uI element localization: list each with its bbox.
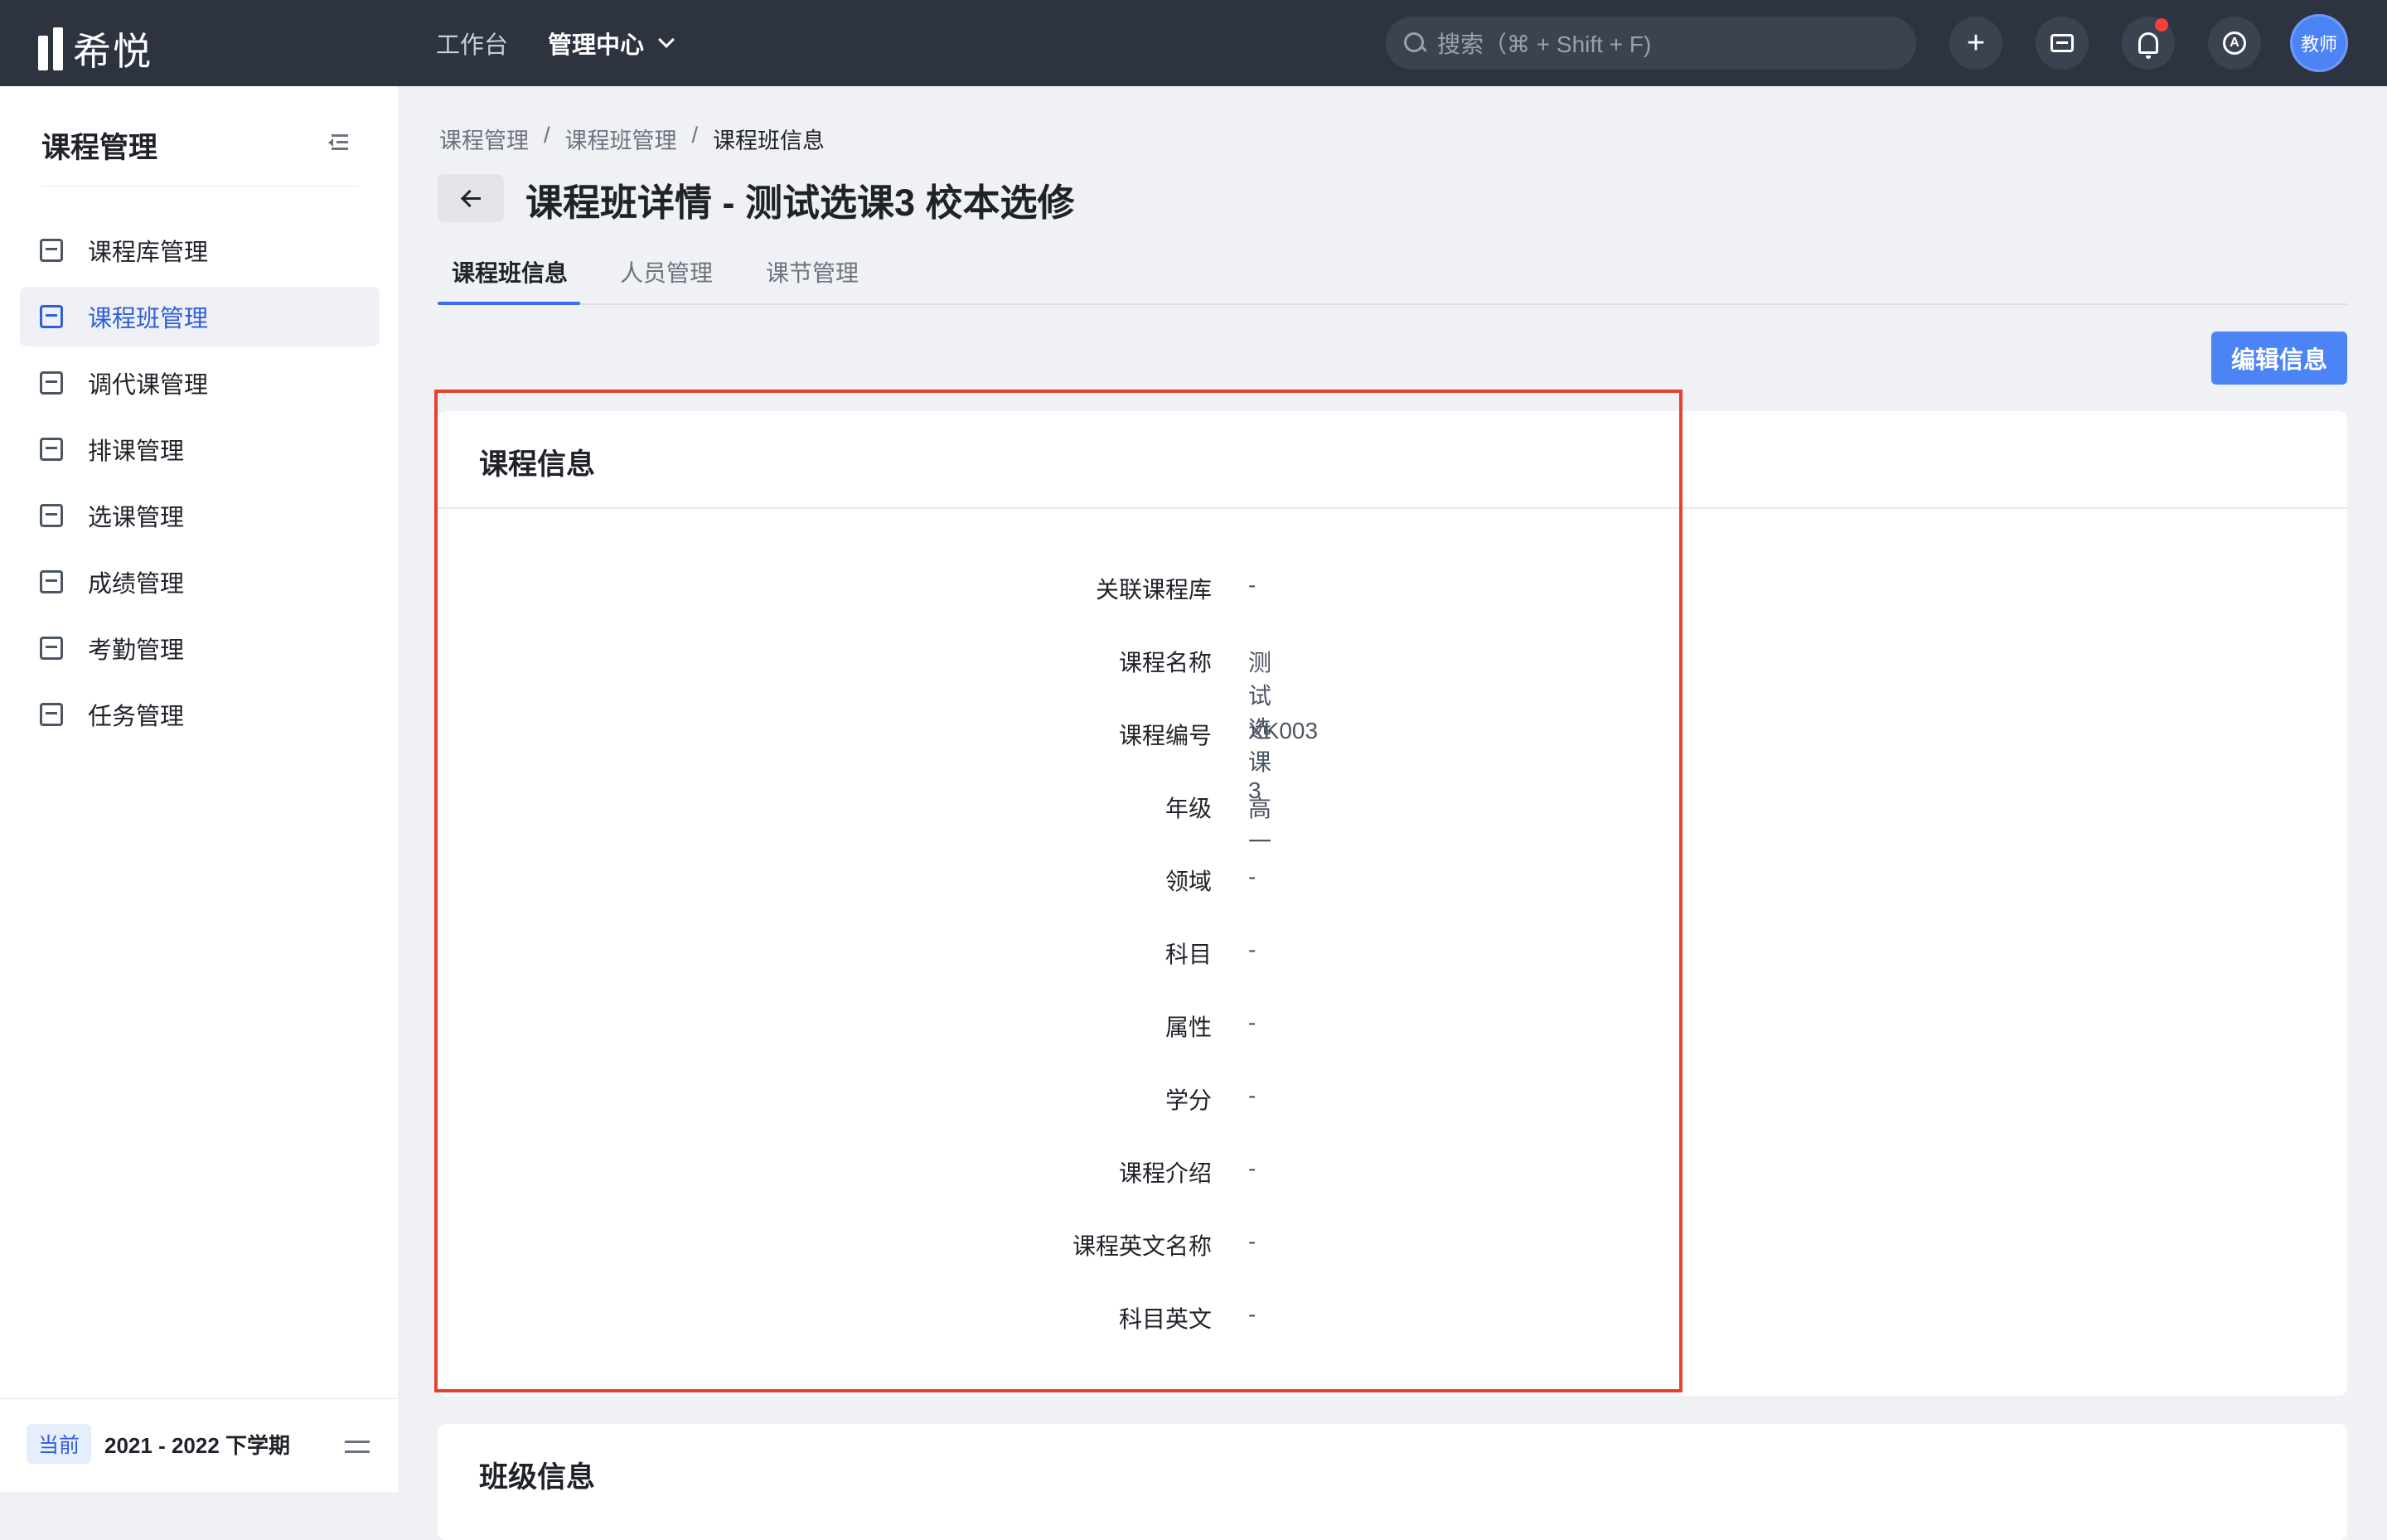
message-icon: [2050, 34, 2074, 52]
tab-class-info[interactable]: 课程班信息: [452, 255, 568, 288]
arrow-left-icon: [461, 190, 481, 206]
help-button[interactable]: A: [2208, 17, 2261, 70]
notification-dot: [2155, 18, 2168, 31]
breadcrumb-current: 课程班信息: [713, 128, 826, 153]
search-icon: [1402, 31, 1427, 56]
sidebar-item-course-selection[interactable]: 选课管理: [20, 486, 380, 545]
chevron-down-icon: [658, 31, 675, 48]
sidebar-item-label: 排课管理: [88, 438, 185, 465]
top-nav: 工作台 管理中心: [436, 0, 675, 86]
messages-button[interactable]: [2036, 17, 2089, 70]
sidebar-item-label: 考勤管理: [88, 637, 185, 664]
tab-bar: 课程班信息 人员管理 课节管理: [438, 249, 2347, 305]
switch-term-icon[interactable]: [345, 1437, 370, 1457]
breadcrumb-item[interactable]: 课程班管理: [565, 123, 677, 155]
schedule-icon: [40, 438, 63, 461]
sidebar-footer-divider: [0, 1398, 398, 1399]
back-button[interactable]: [438, 174, 504, 222]
app-name: 希悦: [73, 30, 153, 73]
current-term: 2021 - 2022 下学期: [104, 1432, 291, 1458]
current-term-badge: 当前: [27, 1424, 92, 1464]
avatar[interactable]: 教师: [2293, 17, 2346, 70]
sidebar-item-label: 任务管理: [88, 704, 185, 730]
top-bar: 希悦 工作台 管理中心 搜索（⌘ + Shift + F) + A 教师: [0, 0, 2387, 86]
app-logo[interactable]: 希悦: [38, 22, 153, 76]
collapse-sidebar-icon[interactable]: [328, 134, 348, 151]
page-title: 课程班详情 - 测试选课3 校本选修: [525, 182, 1075, 224]
breadcrumb: 课程管理 / 课程班管理 / 课程班信息: [439, 123, 825, 155]
sidebar-item-course-library[interactable]: 课程库管理: [20, 220, 380, 280]
breadcrumb-separator: /: [691, 123, 699, 148]
sidebar: 课程管理 课程库管理 课程班管理 调代课管理 排课管理 选课管理 成绩管理 考勤…: [0, 86, 398, 1492]
select-course-icon: [40, 504, 63, 527]
sidebar-item-attendance[interactable]: 考勤管理: [20, 618, 380, 678]
class-info-title: 班级信息: [479, 1461, 596, 1494]
sidebar-item-scheduling[interactable]: 排课管理: [20, 419, 380, 479]
notifications-button[interactable]: [2122, 17, 2175, 70]
sidebar-item-substitution[interactable]: 调代课管理: [20, 353, 380, 413]
term-selector: 当前 2021 - 2022 下学期: [27, 1424, 290, 1464]
add-button[interactable]: +: [1949, 17, 2002, 70]
plus-icon: +: [1966, 26, 1986, 61]
nav-admin-center-label: 管理中心: [548, 32, 645, 59]
sidebar-menu: 课程库管理 课程班管理 调代课管理 排课管理 选课管理 成绩管理 考勤管理 任务…: [20, 220, 380, 751]
search-input[interactable]: 搜索（⌘ + Shift + F): [1386, 17, 1916, 70]
sidebar-item-grades[interactable]: 成绩管理: [20, 552, 380, 612]
logo-mark-icon: [38, 27, 63, 70]
tab-lessons[interactable]: 课节管理: [766, 255, 859, 288]
attendance-icon: [40, 637, 63, 660]
bell-icon: [2138, 32, 2158, 59]
help-icon: A: [2223, 31, 2246, 55]
library-icon: [40, 239, 63, 262]
sidebar-item-label: 调代课管理: [88, 372, 209, 399]
task-icon: [40, 703, 63, 726]
edit-info-button[interactable]: 编辑信息: [2211, 332, 2347, 385]
nav-workbench[interactable]: 工作台: [436, 26, 508, 61]
sidebar-title: 课程管理: [41, 132, 158, 164]
active-tab-indicator: [438, 302, 580, 305]
sidebar-item-label: 成绩管理: [88, 571, 185, 598]
sidebar-item-label: 课程库管理: [88, 240, 209, 266]
sidebar-item-tasks[interactable]: 任务管理: [20, 685, 380, 744]
search-placeholder: 搜索（⌘ + Shift + F): [1437, 31, 1652, 57]
nav-admin-center[interactable]: 管理中心: [548, 26, 675, 61]
tab-personnel[interactable]: 人员管理: [620, 255, 713, 288]
highlight-annotation-box: [434, 390, 1683, 1392]
class-info-card: 班级信息: [438, 1424, 2347, 1540]
sidebar-item-label: 课程班管理: [88, 306, 209, 332]
sidebar-item-course-class[interactable]: 课程班管理: [20, 287, 380, 346]
swap-class-icon: [40, 371, 63, 395]
sidebar-item-label: 选课管理: [88, 505, 185, 531]
breadcrumb-item[interactable]: 课程管理: [439, 123, 529, 155]
grade-icon: [40, 570, 63, 593]
class-icon: [40, 305, 63, 328]
breadcrumb-separator: /: [544, 123, 550, 148]
